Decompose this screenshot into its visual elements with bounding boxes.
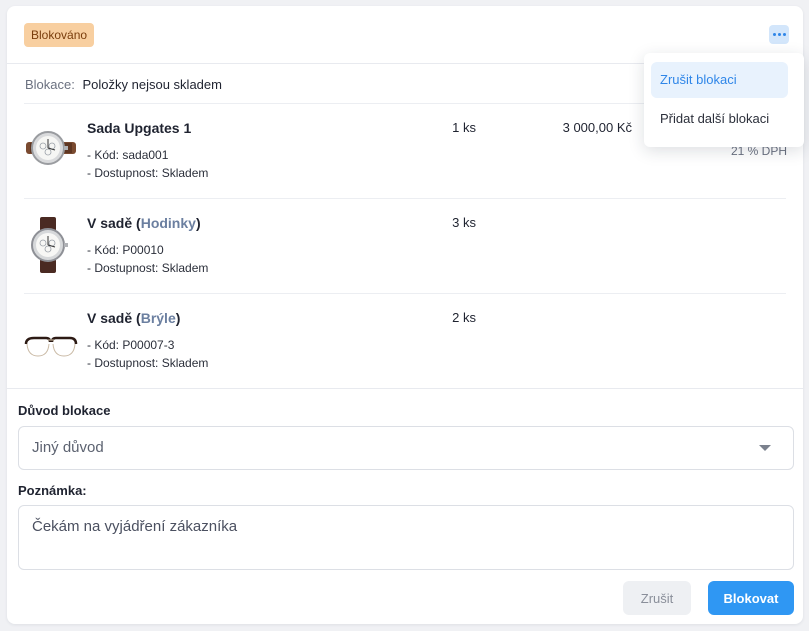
reason-select-value: Jiný důvod bbox=[32, 439, 104, 456]
item-code: - Kód: sada001 bbox=[87, 148, 169, 162]
order-item: V sadě (Brýle) - Kód: P00007-3 - Dostupn… bbox=[24, 294, 786, 389]
item-price: 3 000,00 Kč bbox=[562, 120, 632, 135]
reason-label: Důvod blokace bbox=[18, 403, 111, 418]
item-name: V sadě (Hodinky) bbox=[87, 215, 201, 231]
blocking-form: Důvod blokace Jiný důvod Poznámka: Čekám… bbox=[7, 388, 803, 624]
cancel-button[interactable]: Zrušit bbox=[623, 581, 691, 615]
item-availability: - Dostupnost: Skladem bbox=[87, 166, 209, 180]
menu-item-cancel-blocking[interactable]: Zrušit blokaci bbox=[651, 62, 788, 98]
blocking-reason-line: Blokace: Položky nejsou skladem bbox=[25, 77, 222, 92]
options-dropdown-menu: Zrušit blokaci Přidat další blokaci bbox=[644, 53, 804, 147]
item-name: V sadě (Brýle) bbox=[87, 310, 181, 326]
glasses-product-image bbox=[24, 336, 78, 357]
more-dots-icon bbox=[772, 33, 776, 36]
item-code: - Kód: P00007-3 bbox=[87, 338, 175, 352]
item-set-name: Brýle bbox=[140, 310, 176, 326]
reason-select[interactable]: Jiný důvod bbox=[18, 426, 794, 470]
watch-product-image bbox=[26, 131, 76, 165]
more-options-button[interactable] bbox=[769, 25, 789, 44]
status-badge: Blokováno bbox=[24, 23, 95, 47]
block-button[interactable]: Blokovat bbox=[708, 581, 794, 615]
watch-product-image bbox=[31, 217, 68, 273]
note-textarea[interactable]: Čekám na vyjádření zákazníka bbox=[18, 505, 794, 570]
blocking-label: Blokace: bbox=[25, 77, 75, 92]
order-item: V sadě (Hodinky) - Kód: P00010 - Dostupn… bbox=[24, 199, 786, 294]
item-code: - Kód: P00010 bbox=[87, 243, 164, 257]
menu-item-add-blocking[interactable]: Přidat další blokaci bbox=[651, 101, 788, 137]
item-quantity: 2 ks bbox=[452, 310, 476, 325]
item-quantity: 3 ks bbox=[452, 215, 476, 230]
blocking-value: Položky nejsou skladem bbox=[82, 77, 222, 92]
item-availability: - Dostupnost: Skladem bbox=[87, 261, 209, 275]
item-quantity: 1 ks bbox=[452, 120, 476, 135]
item-name: Sada Upgates 1 bbox=[87, 120, 192, 136]
note-label: Poznámka: bbox=[18, 483, 87, 498]
item-set-name: Hodinky bbox=[140, 215, 196, 231]
item-availability: - Dostupnost: Skladem bbox=[87, 356, 209, 370]
blocking-panel: Blokováno Blokace: Položky nejsou sklade… bbox=[7, 6, 804, 624]
caret-down-icon bbox=[759, 445, 771, 451]
